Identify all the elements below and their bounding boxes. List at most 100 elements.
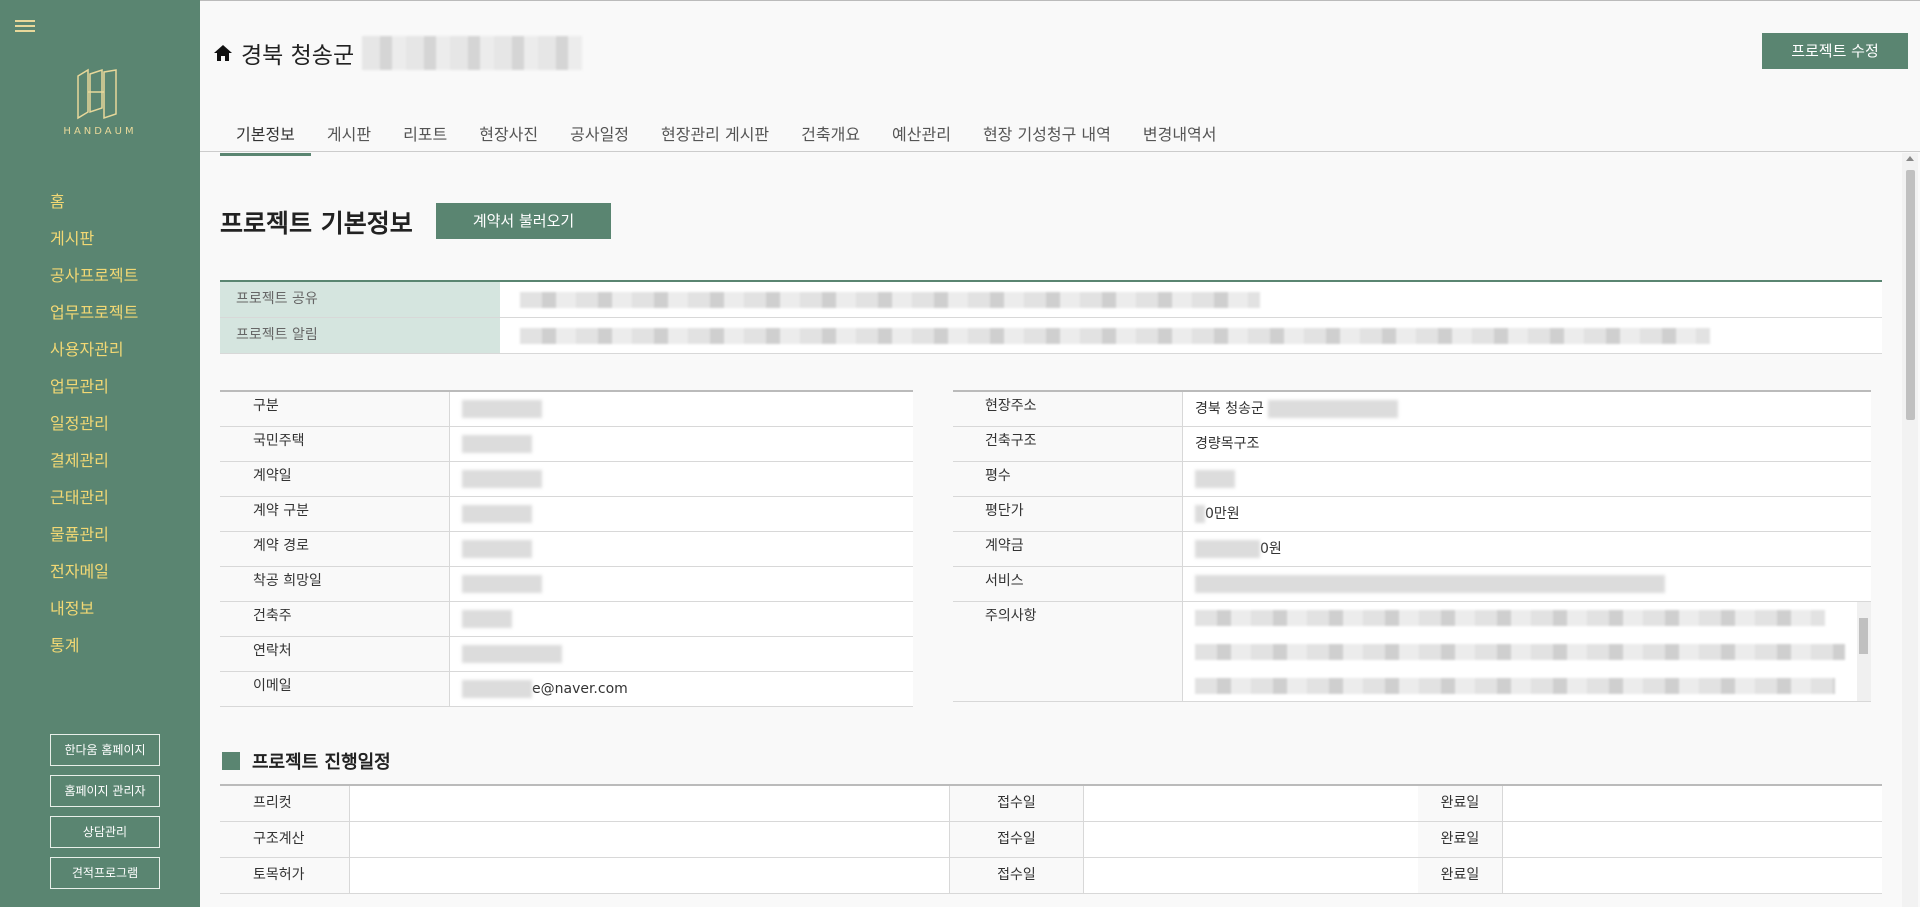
redacted-title bbox=[362, 36, 583, 70]
home-icon[interactable] bbox=[213, 43, 233, 63]
notes-textarea[interactable] bbox=[1183, 602, 1871, 701]
unit-price-value: 0만원 bbox=[1183, 497, 1871, 531]
complete-date[interactable] bbox=[1503, 822, 1882, 857]
site-address-value: 경북 청송군 bbox=[1183, 392, 1871, 426]
table-row: 평수 bbox=[953, 462, 1871, 497]
sidebar-item-user-management[interactable]: 사용자관리 bbox=[50, 336, 138, 373]
schedule-item-label: 토목허가 bbox=[220, 858, 350, 893]
complete-label: 완료일 bbox=[1418, 858, 1503, 893]
section-title: 프로젝트 기본정보 bbox=[220, 209, 413, 238]
table-row: 구조계산 접수일 완료일 bbox=[220, 822, 1882, 858]
notify-value[interactable] bbox=[500, 318, 1882, 353]
homepage-admin-button[interactable]: 홈페이지 관리자 bbox=[50, 775, 160, 807]
info-label: 이메일 bbox=[220, 672, 450, 706]
schedule-title: 프로젝트 진행일정 bbox=[222, 748, 391, 774]
info-table-right: 현장주소 경북 청송군 건축구조 경량목구조 평수 평단가 0만원 계약금 0원 서비스… bbox=[953, 390, 1871, 702]
receipt-date[interactable] bbox=[1084, 858, 1418, 893]
sidebar-item-email[interactable]: 전자메일 bbox=[50, 558, 138, 595]
info-label: 서비스 bbox=[953, 567, 1183, 601]
info-label: 착공 희망일 bbox=[220, 567, 450, 601]
share-label: 프로젝트 공유 bbox=[220, 282, 500, 317]
schedule-table: 프리컷 접수일 완료일 구조계산 접수일 완료일 토목허가 접수일 완료일 bbox=[220, 784, 1882, 894]
scroll-up-icon[interactable] bbox=[1906, 156, 1914, 161]
info-label: 현장주소 bbox=[953, 392, 1183, 426]
menu-icon[interactable] bbox=[15, 20, 35, 34]
sidebar-item-supplies[interactable]: 물품관리 bbox=[50, 521, 138, 558]
complete-date[interactable] bbox=[1503, 786, 1882, 821]
schedule-detail[interactable] bbox=[350, 786, 950, 821]
sidebar-item-task-management[interactable]: 업무관리 bbox=[50, 373, 138, 410]
sidebar-item-schedule[interactable]: 일정관리 bbox=[50, 410, 138, 447]
receipt-date[interactable] bbox=[1084, 786, 1418, 821]
structure-value: 경량목구조 bbox=[1183, 427, 1871, 461]
info-value bbox=[450, 497, 913, 531]
info-label: 구분 bbox=[220, 392, 450, 426]
sidebar-item-payment[interactable]: 결제관리 bbox=[50, 447, 138, 484]
info-value: e@naver.com bbox=[450, 672, 913, 706]
handaum-logo[interactable]: HANDAUM bbox=[62, 68, 138, 137]
receipt-date[interactable] bbox=[1084, 822, 1418, 857]
sidebar: HANDAUM 홈 게시판 공사프로젝트 업무프로젝트 사용자관리 업무관리 일… bbox=[0, 0, 200, 907]
complete-label: 완료일 bbox=[1418, 786, 1503, 821]
notes-scroll-thumb[interactable] bbox=[1859, 618, 1868, 654]
sidebar-item-my-info[interactable]: 내정보 bbox=[50, 595, 138, 632]
page-title-text: 경북 청송군 bbox=[241, 43, 355, 69]
info-value bbox=[450, 567, 913, 601]
info-label: 평수 bbox=[953, 462, 1183, 496]
table-row: 건축구조 경량목구조 bbox=[953, 427, 1871, 462]
deposit-value: 0원 bbox=[1183, 532, 1871, 566]
info-label: 주의사항 bbox=[953, 602, 1183, 701]
info-label: 계약일 bbox=[220, 462, 450, 496]
info-label: 건축주 bbox=[220, 602, 450, 636]
table-row: 프로젝트 공유 bbox=[220, 282, 1882, 318]
consultation-button[interactable]: 상담관리 bbox=[50, 816, 160, 848]
unit-price-text: 0만원 bbox=[1205, 506, 1240, 522]
sidebar-item-work-projects[interactable]: 업무프로젝트 bbox=[50, 299, 138, 336]
table-row: 주의사항 bbox=[953, 602, 1871, 702]
tab-divider bbox=[200, 151, 1920, 152]
info-value bbox=[450, 392, 913, 426]
page-title: 경북 청송군 bbox=[213, 36, 583, 70]
share-value[interactable] bbox=[500, 282, 1882, 317]
table-row: 프로젝트 알림 bbox=[220, 318, 1882, 354]
estimate-program-button[interactable]: 견적프로그램 bbox=[50, 857, 160, 889]
sidebar-item-board[interactable]: 게시판 bbox=[50, 225, 138, 262]
logo-text: HANDAUM bbox=[63, 126, 137, 137]
info-value bbox=[450, 427, 913, 461]
schedule-detail[interactable] bbox=[350, 822, 950, 857]
table-row: 계약 구분 bbox=[220, 497, 913, 532]
complete-label: 완료일 bbox=[1418, 822, 1503, 857]
sidebar-item-construction-projects[interactable]: 공사프로젝트 bbox=[50, 262, 138, 299]
load-contract-button[interactable]: 계약서 불러오기 bbox=[436, 203, 611, 239]
table-row: 계약일 bbox=[220, 462, 913, 497]
table-row: 착공 희망일 bbox=[220, 567, 913, 602]
square-icon bbox=[222, 752, 240, 770]
edit-project-button[interactable]: 프로젝트 수정 bbox=[1762, 33, 1908, 69]
table-row: 현장주소 경북 청송군 bbox=[953, 392, 1871, 427]
scrollbar-thumb[interactable] bbox=[1906, 170, 1915, 420]
info-value bbox=[450, 462, 913, 496]
notes-scrollbar[interactable] bbox=[1857, 602, 1871, 701]
info-label: 국민주택 bbox=[220, 427, 450, 461]
table-row: 국민주택 bbox=[220, 427, 913, 462]
table-row: 계약금 0원 bbox=[953, 532, 1871, 567]
deposit-text: 0원 bbox=[1260, 541, 1282, 557]
schedule-item-label: 프리컷 bbox=[220, 786, 350, 821]
table-row: 서비스 bbox=[953, 567, 1871, 602]
info-label: 평단가 bbox=[953, 497, 1183, 531]
schedule-detail[interactable] bbox=[350, 858, 950, 893]
address-text: 경북 청송군 bbox=[1195, 401, 1264, 417]
homepage-button[interactable]: 한다움 홈페이지 bbox=[50, 734, 160, 766]
sidebar-buttons: 한다움 홈페이지 홈페이지 관리자 상담관리 견적프로그램 bbox=[50, 734, 160, 898]
logo-mark-icon bbox=[77, 68, 117, 120]
sidebar-item-attendance[interactable]: 근태관리 bbox=[50, 484, 138, 521]
sidebar-item-statistics[interactable]: 통계 bbox=[50, 632, 138, 669]
table-row: 건축주 bbox=[220, 602, 913, 637]
info-label: 건축구조 bbox=[953, 427, 1183, 461]
table-row: 프리컷 접수일 완료일 bbox=[220, 786, 1882, 822]
complete-date[interactable] bbox=[1503, 858, 1882, 893]
receipt-label: 접수일 bbox=[950, 858, 1084, 893]
table-row: 연락처 bbox=[220, 637, 913, 672]
receipt-label: 접수일 bbox=[950, 786, 1084, 821]
sidebar-item-home[interactable]: 홈 bbox=[50, 188, 138, 225]
